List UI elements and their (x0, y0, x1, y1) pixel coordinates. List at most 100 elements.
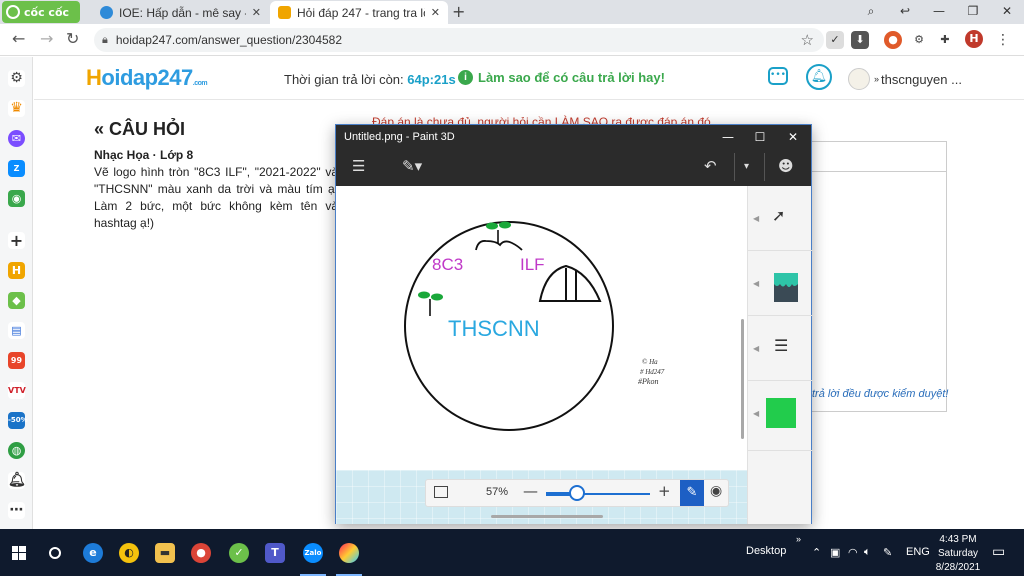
text-thscnn: THSCNN (448, 316, 540, 341)
desktop-toolbar-label[interactable]: Desktop (746, 545, 786, 557)
bookmark-star-icon[interactable]: ☆ (801, 31, 814, 49)
zoom-bar: 57% — + ✎ ◉ (425, 479, 729, 507)
profile-avatar[interactable]: H (965, 30, 983, 48)
select-tool-cell[interactable]: ◀ ➚ (748, 186, 812, 251)
settings-gear-icon[interactable]: ⚙ (8, 70, 25, 87)
coccoc-menu-button[interactable]: cốc cốc (2, 1, 80, 23)
drawing-canvas[interactable]: 8C3 ILF THSCNN © Ha # Hd247 #Pkon (336, 186, 747, 470)
zoom-slider-track[interactable] (546, 485, 650, 501)
brush-tool-icon[interactable]: ✎▾ (402, 157, 422, 175)
notifications-icon[interactable]: ▭ (992, 543, 1005, 560)
history-dropdown-icon[interactable]: ▾ (744, 161, 749, 172)
taskbar-coccoc[interactable]: ✓ (220, 529, 258, 576)
logo-h: H (86, 65, 102, 90)
download-icon[interactable]: ⬇ (851, 31, 869, 49)
site-logo[interactable]: Hoidap247.com (86, 65, 208, 91)
back-arrow-icon[interactable]: ↩ (888, 0, 922, 24)
user-menu[interactable]: » thscnguyen ... (848, 68, 962, 90)
browser-menu-icon[interactable]: ⋮ (994, 31, 1012, 49)
system-clock[interactable]: 4:43 PM Saturday 8/28/2021 (930, 533, 986, 575)
tab-ioe[interactable]: IOE: Hấp dẫn - mê say - thấy ✕ (92, 1, 269, 24)
search-button[interactable] (36, 529, 74, 576)
hint-text: Làm sao để có câu trả lời hay! (478, 70, 665, 85)
taskbar-teams[interactable]: T (256, 529, 294, 576)
view-mode-eye-icon[interactable]: ◉ (710, 483, 722, 499)
language-indicator[interactable]: ENG (906, 546, 930, 558)
chat-icon[interactable]: ••• (768, 67, 788, 85)
add-icon[interactable]: + (8, 232, 25, 249)
taskbar-app-yellow[interactable]: ◐ (110, 529, 148, 576)
signature-line: #Pkon (638, 377, 658, 386)
taskbar-chrome[interactable]: ● (182, 529, 220, 576)
input-method-icon[interactable]: ✎ (883, 546, 892, 559)
more-icon[interactable]: ⋯ (8, 502, 25, 519)
new-tab-button[interactable]: + (452, 2, 465, 21)
answer-editor[interactable] (810, 141, 947, 412)
document-icon[interactable]: ▤ (8, 322, 25, 339)
expand-arrow-icon: ◀ (753, 214, 760, 223)
crown-icon[interactable]: ♛ (8, 100, 25, 117)
taskbar-paint3d[interactable] (330, 529, 368, 576)
question-heading: « CÂU HỎI (94, 119, 186, 139)
taskbar-edge[interactable]: e (74, 529, 112, 576)
search-tabs-icon[interactable]: ⌕ (854, 0, 888, 24)
adjust-tool-cell[interactable]: ◀ ☰ (748, 316, 812, 381)
people-icon[interactable]: ☻ (778, 157, 794, 175)
extension-color-icon[interactable]: ● (884, 31, 902, 49)
close-icon[interactable]: ✕ (425, 6, 440, 19)
close-icon[interactable]: ✕ (246, 6, 261, 19)
url-text[interactable]: hoidap247.com/answer_question/2304582 (116, 33, 342, 47)
tiki-icon[interactable]: -50% (8, 412, 28, 429)
sliders-icon: ☰ (774, 336, 789, 355)
volume-icon[interactable]: 🔈︎ (864, 546, 871, 559)
restore-icon[interactable]: ❐ (956, 0, 990, 24)
bell-icon[interactable]: 🔔︎ (806, 64, 832, 90)
toolbar-expand-icon[interactable]: » (796, 534, 801, 544)
notification-bell-icon[interactable]: 🔔︎ (8, 472, 26, 489)
tab-hoidap247[interactable]: Hỏi đáp 247 - trang tra lời ✕ (270, 1, 448, 24)
games-icon[interactable]: ◉ (8, 190, 25, 207)
wifi-icon[interactable]: ◠ (848, 546, 858, 559)
folder-icon: ▬ (155, 542, 175, 563)
extension-check-icon[interactable]: ✓ (826, 31, 844, 49)
fit-to-screen-icon[interactable] (434, 486, 448, 498)
minimize-icon[interactable]: — (712, 125, 744, 149)
pen-mode-button[interactable]: ✎ (680, 480, 704, 506)
vertical-scrollbar[interactable] (741, 319, 744, 439)
good-answer-hint-link[interactable]: i Làm sao để có câu trả lời hay! (458, 70, 665, 85)
toolbar-separator (764, 153, 765, 181)
zalo-icon[interactable]: Z (8, 160, 25, 177)
fill-tool-cell[interactable]: ◀ (748, 251, 812, 316)
window-controls: ⌕ ↩ — ❐ ✕ (854, 0, 1024, 24)
url-field[interactable]: 🔒︎ hoidap247.com/answer_question/2304582… (94, 28, 824, 52)
reload-button[interactable]: ↻ (66, 29, 79, 48)
maximize-icon[interactable]: ☐ (744, 125, 776, 149)
tray-overflow-icon[interactable]: ⌃ (812, 546, 821, 559)
minimize-icon[interactable]: — (922, 0, 956, 24)
taskbar-explorer[interactable]: ▬ (146, 529, 184, 576)
forward-button[interactable]: → (40, 29, 53, 48)
extensions-puzzle-icon[interactable]: ✚ (936, 31, 954, 49)
network-icon[interactable]: ▣ (830, 546, 840, 559)
color-swatch-cell[interactable]: ◀ (748, 381, 812, 451)
extension-settings-icon[interactable]: ⚙ (910, 31, 928, 49)
start-button[interactable] (0, 529, 38, 576)
vtv-icon[interactable]: VTV (8, 382, 26, 399)
close-icon[interactable]: ✕ (777, 125, 809, 149)
zoom-in-button[interactable]: + (658, 482, 671, 500)
back-button[interactable]: ← (12, 29, 25, 48)
globe-icon[interactable]: ◍ (8, 442, 25, 459)
close-window-icon[interactable]: ✕ (990, 0, 1024, 24)
hoidap-icon[interactable]: H (8, 262, 25, 279)
lock-icon[interactable]: 🔒︎ (102, 33, 108, 47)
zoom-slider-thumb[interactable] (569, 485, 586, 501)
undo-icon[interactable]: ↶ (704, 157, 717, 175)
android-icon[interactable]: ◆ (8, 292, 25, 309)
taskbar-zalo[interactable]: Zalo (294, 529, 332, 576)
messenger-icon[interactable]: ✉ (8, 130, 25, 147)
zalo-icon: Zalo (303, 542, 323, 563)
shop-99-icon[interactable]: 99 (8, 352, 25, 369)
horizontal-scrollbar[interactable] (491, 515, 603, 518)
menu-hamburger-icon[interactable]: ☰ (352, 157, 365, 175)
zoom-out-button[interactable]: — (523, 482, 538, 500)
